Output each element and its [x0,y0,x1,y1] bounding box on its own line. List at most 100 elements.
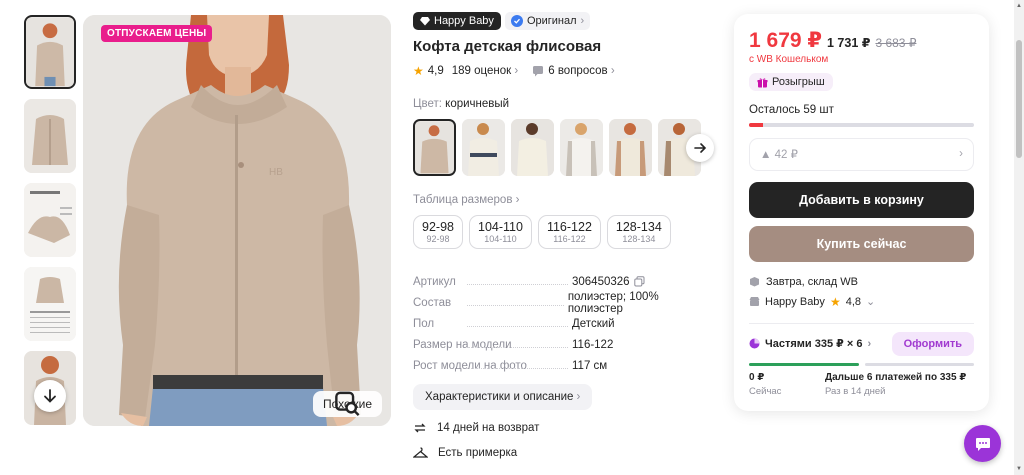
thumbnail-3[interactable] [24,183,76,257]
spec-key: Пол [413,318,572,330]
thumbnail-2[interactable] [24,99,76,173]
svg-text:HB: HB [269,167,283,178]
product-photo: HB [83,15,391,426]
chevron-down-icon: ⌄ [866,296,876,308]
similar-items-button[interactable]: Похожие [313,391,382,417]
spec-row: Состав полиэстер; 100% полиэстер [413,290,713,315]
color-swatch-beige[interactable] [609,119,652,176]
fitting-info: Есть примерка [413,446,713,460]
spec-row: Артикул 306450326 [413,271,713,292]
original-tag[interactable]: Оригинал › [504,12,591,30]
spec-key: Размер на модели [413,339,572,351]
scroll-down-icon[interactable]: ▼ [1016,466,1022,472]
spec-value: 116-122 [572,338,614,351]
installments-link[interactable]: Частями 335 ₽ × 6 › [749,337,871,350]
product-main-image[interactable]: HB ОТПУСКАЕМ ЦЕНЫ Похожие [83,15,391,426]
arrow-right-icon [694,143,707,153]
installment-bar-later [864,362,974,366]
scroll-thumbnails-down-button[interactable] [34,380,66,412]
arrow-down-icon [44,389,56,403]
spec-row: Размер на модели 116-122 [413,334,713,355]
chevron-right-icon: › [580,15,585,27]
spec-row: Пол Детский [413,313,713,334]
spec-value: 117 см [572,359,608,372]
thumbnail-1[interactable] [24,15,76,89]
return-arrows-icon [414,423,426,433]
box-icon [750,277,759,287]
colors-next-button[interactable] [686,134,714,162]
star-icon: ★ [413,64,424,78]
chevron-right-icon: › [959,148,963,160]
spec-key: Состав [413,297,568,309]
reviews-link[interactable]: 189 оценок › [452,65,518,77]
color-label: Цвет: коричневый [413,98,510,110]
bonus-points[interactable]: ▲ 42 ₽ › [749,137,974,171]
product-rating: 4,9 [427,65,444,77]
spec-value: Детский [572,317,615,330]
color-value: коричневый [445,98,510,110]
price-regular: 1 731 ₽ [827,36,871,50]
return-policy: 14 дней на возврат [413,421,713,435]
diamond-icon [420,17,430,26]
spec-list: Артикул 306450326 Состав полиэстер; 100% … [413,271,713,376]
verified-check-icon [510,15,523,27]
spec-row: Рост модели на фото 117 см [413,355,713,376]
price-old: 3 683 ₽ [875,36,917,50]
pay-now: 0 ₽ Сейчас [749,371,782,397]
installment-bars [749,362,974,366]
similar-search-icon [335,391,360,416]
stock-progress-fill [749,122,763,127]
installment-bar-now [749,362,859,366]
pay-later: Дальше 6 платежей по 335 ₽ Раз в 14 дней [825,371,967,397]
color-swatch-brown[interactable] [413,119,456,176]
color-swatch-white[interactable] [560,119,603,176]
scroll-thumb[interactable] [1016,40,1022,158]
stock-left: Осталось 59 шт [749,103,834,116]
delivery-info: Завтра, склад WB [749,276,974,288]
article-number: 306450326 [572,275,630,288]
brand-tag[interactable]: Happy Baby [413,12,501,30]
hanger-icon [413,447,428,458]
scroll-up-icon[interactable]: ▲ [1016,3,1022,9]
size-option[interactable]: 128-134 128-134 [606,215,671,249]
spec-key: Рост модели на фото [413,360,572,372]
questions-link[interactable]: 6 вопросов › [548,65,614,77]
questions-icon [532,65,544,77]
product-info: Happy Baby Оригинал › Кофта детская флис… [413,12,714,460]
stock-progress-bar [749,122,974,127]
spec-key: Артикул [413,276,572,288]
copy-icon[interactable] [633,276,645,287]
raffle-badge[interactable]: Розыгрыш [749,73,833,91]
promo-badge: ОТПУСКАЕМ ЦЕНЫ [101,25,213,42]
price-main: 1 679 ₽ [749,29,822,52]
size-table-link[interactable]: Таблица размеров › [413,194,713,206]
shop-icon [749,297,760,306]
spec-value: полиэстер; 100% полиэстер [567,290,659,315]
divider [749,322,974,324]
size-option[interactable]: 104-110 104-110 [469,215,532,249]
buy-panel: 1 679 ₽ 1 731 ₽ 3 683 ₽ с WB Кошельком Р… [734,14,989,411]
add-to-cart-button[interactable]: Добавить в корзину [749,181,974,218]
thumbnail-4[interactable] [24,267,76,341]
thumbnail-strip [24,15,78,435]
characteristics-button[interactable]: Характеристики и описание › [413,384,593,410]
color-swatch-ivory[interactable] [511,119,554,176]
size-option[interactable]: 92-98 92-98 [413,215,463,249]
wallet-note[interactable]: с WB Кошельком [749,54,974,65]
seller-info[interactable]: Happy Baby ★ 4,8 ⌄ [749,295,974,309]
buy-now-button[interactable]: Купить сейчас [749,225,974,262]
order-installments-button[interactable]: Оформить [891,331,974,356]
star-icon: ★ [829,294,841,309]
size-options: 92-98 92-98 104-110 104-110 116-122 116-122… [413,215,713,249]
original-label: Оригинал [526,15,577,27]
brand-name: Happy Baby [434,15,494,27]
chat-icon [975,437,990,451]
color-swatches [413,119,713,176]
size-option[interactable]: 116-122 116-122 [537,215,601,249]
product-title: Кофта детская флисовая [413,38,602,55]
page-scrollbar[interactable]: ▲ ▼ [1014,0,1024,475]
gift-icon [757,77,768,87]
color-swatch-cream[interactable] [462,119,505,176]
chat-button[interactable] [964,425,1001,462]
pie-icon [749,338,760,349]
